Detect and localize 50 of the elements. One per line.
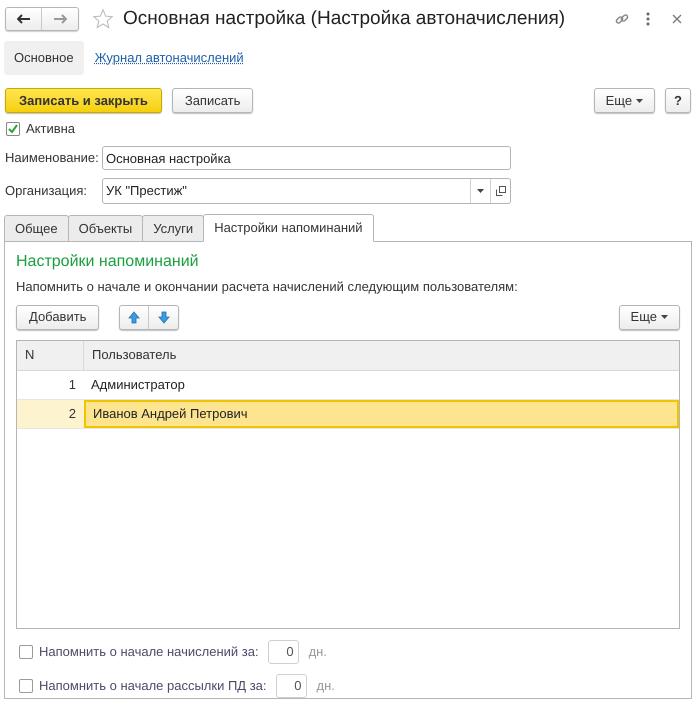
caret-icon (636, 98, 644, 102)
text-field[interactable]: Основная настройка (102, 146, 511, 170)
caret-icon (661, 315, 668, 319)
more-button[interactable]: Еще (594, 88, 656, 113)
section-heading: Настройки напоминаний (16, 252, 200, 272)
add-button[interactable]: Добавить (16, 304, 100, 330)
days-field[interactable]: 0 (276, 674, 307, 698)
description: Напомнить о начале и окончании расчета начислений следующим пользователям: (16, 278, 519, 296)
link-icon[interactable] (614, 11, 630, 27)
table-cell: Иванов Андрей Петрович (84, 400, 679, 428)
column-header[interactable]: Пользователь (84, 340, 679, 370)
column-header[interactable]: N (17, 340, 84, 370)
up-arrow-icon (128, 310, 140, 324)
close-icon[interactable] (672, 14, 682, 24)
reminder-checkbox[interactable] (19, 644, 33, 658)
tab[interactable]: Настройки напоминаний (203, 214, 374, 242)
unit-label: дн. (316, 676, 335, 695)
field-label: Наименование: (5, 149, 100, 168)
help-button[interactable]: ? (665, 88, 691, 113)
table-cell-text: Администратор (90, 376, 186, 394)
back-arrow-icon (16, 14, 30, 24)
nav-link[interactable]: Основное (4, 41, 84, 75)
more-button[interactable]: Еще (618, 304, 680, 330)
caret-icon (477, 189, 484, 193)
unit-label: дн. (308, 642, 327, 661)
table-row[interactable]: 2 Иванов Андрей Петрович (17, 400, 679, 428)
tab[interactable]: Услуги (142, 215, 204, 242)
star-icon[interactable] (92, 8, 114, 30)
select-field[interactable]: УК "Престиж" (102, 178, 511, 204)
field-label: Организация: (5, 182, 88, 200)
save-button[interactable]: Записать (172, 88, 254, 113)
checkbox-label: Активна (26, 120, 76, 138)
checkbox-label: Напомнить о начале рассылки ПД за: (39, 676, 267, 695)
reminder-checkbox[interactable] (19, 678, 33, 692)
window-title: Основная настройка (Настройка автоначисления) (123, 6, 566, 31)
open-window-icon (496, 186, 506, 196)
checkbox-label: Напомнить о начале начислений за: (39, 642, 259, 661)
more-vertical-icon[interactable] (646, 12, 650, 26)
table-cell-text: 2 (68, 404, 77, 423)
tab[interactable]: Объекты (68, 215, 144, 242)
table-row[interactable]: 1 Администратор (17, 370, 679, 400)
save-and-close-button[interactable]: Записать и закрыть (5, 88, 162, 113)
down-arrow-icon (158, 310, 170, 324)
nav-link[interactable]: Журнал автоначислений (94, 41, 244, 75)
days-field[interactable]: 0 (268, 640, 299, 664)
table-cell-text: 1 (68, 376, 77, 394)
forward-arrow-icon (53, 14, 67, 24)
active-checkbox[interactable] (6, 122, 20, 136)
select-value: УК "Престиж" (105, 182, 188, 200)
tab[interactable]: Общее (4, 215, 69, 242)
